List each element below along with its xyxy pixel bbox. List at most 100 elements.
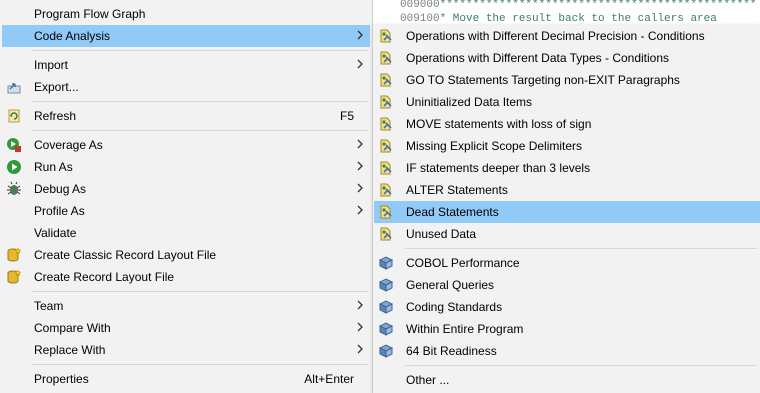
menu-item-team[interactable]: Team	[2, 295, 370, 317]
menu-item-label: Create Classic Record Layout File	[34, 248, 217, 262]
menu-item-label: Run As	[34, 160, 73, 174]
submenu-item-label: COBOL Performance	[406, 256, 520, 270]
submenu-item-other[interactable]: Other ...	[374, 369, 760, 391]
menu-separator	[32, 291, 368, 292]
book-icon	[378, 300, 394, 314]
menu-item-debug-as[interactable]: Debug As	[2, 178, 370, 200]
menu-item-code-analysis[interactable]: Code Analysis	[2, 25, 370, 47]
chevron-right-icon	[357, 59, 363, 69]
refresh-icon	[8, 109, 20, 123]
chevron-right-icon	[357, 161, 363, 171]
submenu-item-scope-delimiters[interactable]: Missing Explicit Scope Delimiters	[374, 135, 760, 157]
menu-separator	[405, 365, 757, 366]
rule-icon	[380, 73, 392, 87]
submenu-item-within-entire-program[interactable]: Within Entire Program	[374, 318, 760, 340]
submenu-item-cobol-performance[interactable]: COBOL Performance	[374, 252, 760, 274]
menu-item-refresh[interactable]: Refresh F5	[2, 105, 370, 127]
submenu-item-if-deeper-than-3[interactable]: IF statements deeper than 3 levels	[374, 157, 760, 179]
code-analysis-submenu: Operations with Different Decimal Precis…	[372, 24, 760, 393]
chevron-right-icon	[357, 139, 363, 149]
export-icon	[7, 83, 21, 94]
submenu-item-general-queries[interactable]: General Queries	[374, 274, 760, 296]
menu-item-coverage-as[interactable]: Coverage As	[2, 134, 370, 156]
menu-item-label: Profile As	[34, 204, 85, 218]
submenu-item-label: MOVE statements with loss of sign	[406, 117, 592, 131]
menu-separator	[405, 248, 757, 249]
submenu-item-data-types[interactable]: Operations with Different Data Types - C…	[374, 47, 760, 69]
book-icon	[378, 256, 394, 270]
submenu-item-goto-statements[interactable]: GO TO Statements Targeting non-EXIT Para…	[374, 69, 760, 91]
menu-separator	[32, 130, 368, 131]
submenu-item-uninitialized-data[interactable]: Uninitialized Data Items	[374, 91, 760, 113]
submenu-item-label: Other ...	[406, 373, 450, 387]
submenu-item-label: 64 Bit Readiness	[406, 344, 497, 358]
menu-separator	[32, 101, 368, 102]
submenu-item-label: General Queries	[406, 278, 495, 292]
submenu-item-label: Coding Standards	[406, 300, 503, 314]
rule-icon	[380, 117, 392, 131]
menu-item-shortcut: Alt+Enter	[304, 372, 354, 386]
editor-line: 009000**********************************…	[400, 0, 757, 11]
menu-item-validate[interactable]: Validate	[2, 222, 370, 244]
book-icon	[378, 322, 394, 336]
menu-item-label: Export...	[34, 80, 79, 94]
submenu-item-coding-standards[interactable]: Coding Standards	[374, 296, 760, 318]
menu-item-label: Program Flow Graph	[34, 7, 146, 21]
submenu-item-dead-statements[interactable]: Dead Statements	[374, 201, 760, 223]
database-icon	[7, 247, 22, 262]
submenu-item-label: Operations with Different Data Types - C…	[406, 51, 670, 65]
menu-item-program-flow-graph[interactable]: Program Flow Graph	[2, 3, 370, 25]
run-icon	[7, 160, 21, 174]
menu-item-label: Properties	[34, 372, 89, 386]
menu-item-label: Validate	[34, 226, 77, 240]
chevron-right-icon	[357, 344, 363, 354]
rule-icon	[380, 183, 392, 197]
submenu-item-label: GO TO Statements Targeting non-EXIT Para…	[406, 73, 680, 87]
submenu-item-label: Within Entire Program	[406, 322, 524, 336]
book-icon	[378, 278, 394, 292]
menu-item-profile-as[interactable]: Profile As	[2, 200, 370, 222]
menu-item-properties[interactable]: Properties Alt+Enter	[2, 368, 370, 390]
menu-item-label: Debug As	[34, 182, 87, 196]
submenu-item-alter-statements[interactable]: ALTER Statements	[374, 179, 760, 201]
menu-item-label: Compare With	[34, 321, 111, 335]
chevron-right-icon	[357, 183, 363, 193]
menu-item-shortcut: F5	[339, 109, 354, 123]
rule-icon	[380, 227, 392, 241]
menu-item-export[interactable]: Export...	[2, 76, 370, 98]
debug-icon	[7, 181, 21, 195]
rule-icon	[380, 205, 392, 219]
menu-item-import[interactable]: Import	[2, 54, 370, 76]
menu-item-create-classic-record-layout-file[interactable]: Create Classic Record Layout File	[2, 244, 370, 266]
submenu-item-64-bit-readiness[interactable]: 64 Bit Readiness	[374, 340, 760, 362]
submenu-item-label: Unused Data	[406, 227, 477, 241]
menu-item-label: Code Analysis	[34, 29, 111, 43]
book-icon	[378, 344, 394, 358]
menu-item-compare-with[interactable]: Compare With	[2, 317, 370, 339]
submenu-item-label: Uninitialized Data Items	[406, 95, 533, 109]
database-icon	[7, 269, 22, 284]
chevron-right-icon	[357, 30, 363, 40]
menu-item-label: Refresh	[34, 109, 77, 123]
rule-icon	[380, 161, 392, 175]
submenu-item-label: Operations with Different Decimal Precis…	[406, 29, 705, 43]
submenu-item-unused-data[interactable]: Unused Data	[374, 223, 760, 245]
menu-item-replace-with[interactable]: Replace With	[2, 339, 370, 361]
submenu-item-label: Missing Explicit Scope Delimiters	[406, 139, 583, 153]
menu-item-run-as[interactable]: Run As	[2, 156, 370, 178]
menu-separator	[32, 50, 368, 51]
menu-separator	[32, 364, 368, 365]
menu-item-label: Create Record Layout File	[34, 270, 175, 284]
chevron-right-icon	[357, 300, 363, 310]
submenu-item-move-loss-of-sign[interactable]: MOVE statements with loss of sign	[374, 113, 760, 135]
coverage-icon	[7, 138, 21, 152]
menu-item-label: Coverage As	[34, 138, 103, 152]
context-menu: Program Flow Graph Code Analysis Import …	[0, 0, 373, 393]
rule-icon	[380, 139, 392, 153]
menu-item-create-record-layout-file[interactable]: Create Record Layout File	[2, 266, 370, 288]
rule-icon	[380, 29, 392, 43]
submenu-item-decimal-precision[interactable]: Operations with Different Decimal Precis…	[374, 25, 760, 47]
menu-item-label: Replace With	[34, 343, 106, 357]
submenu-item-label: IF statements deeper than 3 levels	[406, 161, 591, 175]
menu-item-label: Import	[34, 58, 69, 72]
